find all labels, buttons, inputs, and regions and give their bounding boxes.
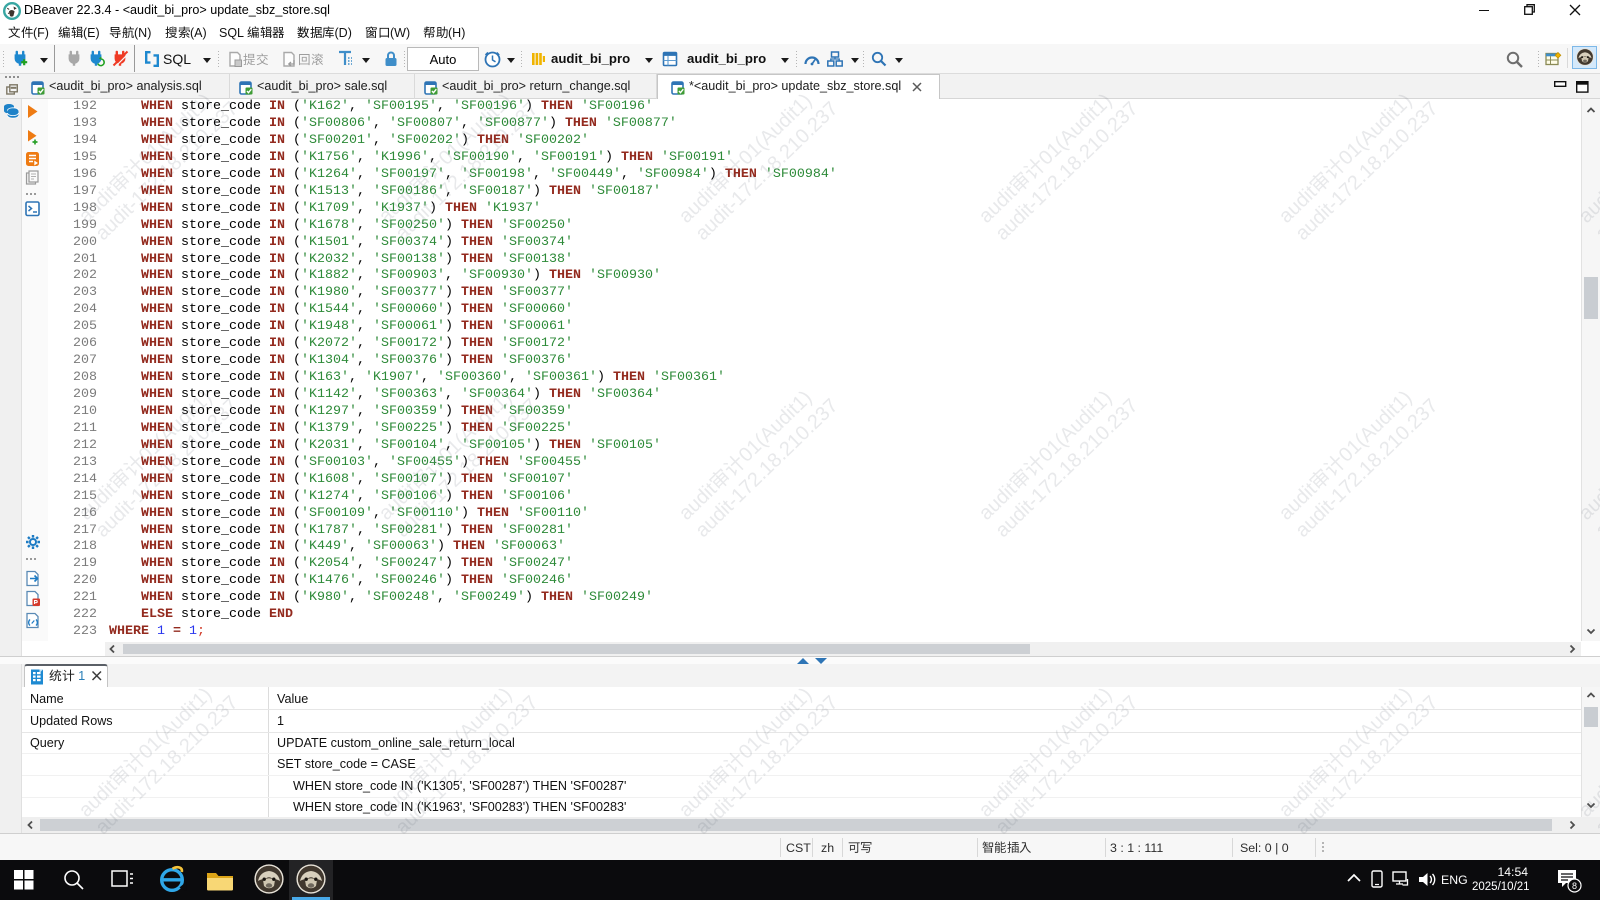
- svg-text:8: 8: [1572, 881, 1577, 891]
